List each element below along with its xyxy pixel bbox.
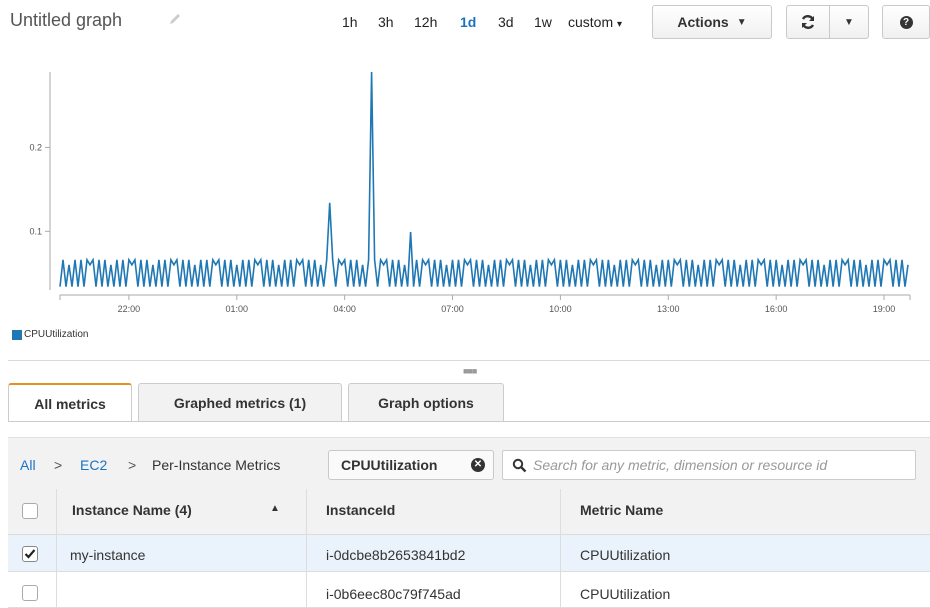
range-3h[interactable]: 3h	[378, 14, 394, 30]
caret-down-icon: ▾	[617, 19, 623, 30]
x-tick-label: 01:00	[226, 304, 249, 314]
x-tick-label: 19:00	[873, 304, 896, 314]
select-all-checkbox[interactable]	[22, 503, 38, 519]
range-1h[interactable]: 1h	[342, 14, 358, 30]
breadcrumb-ec2[interactable]: EC2	[80, 457, 107, 473]
help-icon: ?	[899, 15, 913, 29]
column-header-instance-name[interactable]: Instance Name (4)	[72, 502, 192, 518]
x-tick-label: 22:00	[118, 304, 141, 314]
cpu-utilization-chart: 0.1 0.2 22:00 01:00 04:00 07:00 10:00 13:00 16:0…	[29, 71, 911, 314]
cell-metric-name: CPUUtilization	[580, 547, 671, 563]
breadcrumb-separator-icon: >	[54, 457, 63, 473]
cell-metric-name: CPUUtilization	[580, 586, 671, 602]
range-1w[interactable]: 1w	[534, 14, 552, 30]
tab-all-metrics[interactable]: All metrics	[8, 383, 132, 422]
range-3d[interactable]: 3d	[498, 14, 514, 30]
range-custom-label: custom	[568, 14, 614, 30]
panel-splitter[interactable]	[8, 360, 930, 361]
y-tick-label: 0.1	[29, 226, 42, 236]
range-1d[interactable]: 1d	[460, 14, 476, 30]
graph-title: Untitled graph	[10, 10, 123, 30]
pencil-icon[interactable]	[168, 12, 182, 26]
table-row[interactable]	[8, 572, 930, 608]
actions-button[interactable]: Actions ▼	[652, 5, 772, 39]
breadcrumb-separator-icon: >	[128, 457, 137, 473]
refresh-options-button[interactable]: ▼	[829, 5, 869, 39]
y-tick-label: 0.2	[29, 142, 42, 152]
breadcrumb-per-instance: Per-Instance Metrics	[152, 457, 281, 473]
cell-instance-name: my-instance	[70, 547, 146, 563]
tab-graphed-metrics[interactable]: Graphed metrics (1)	[138, 383, 342, 421]
row-checkbox[interactable]	[22, 546, 38, 562]
search-input[interactable]	[533, 451, 909, 479]
column-header-instance-id[interactable]: InstanceId	[326, 502, 395, 518]
column-header-metric-name[interactable]: Metric Name	[580, 502, 663, 518]
cell-instance-id: i-0dcbe8b2653841bd2	[326, 547, 466, 563]
range-12h[interactable]: 12h	[414, 14, 437, 30]
legend-swatch	[12, 330, 22, 340]
filter-chip-label: CPUUtilization	[341, 457, 438, 473]
caret-down-icon: ▼	[736, 16, 747, 28]
column-divider	[56, 489, 57, 607]
search-icon	[512, 458, 527, 473]
column-divider	[560, 489, 561, 607]
breadcrumb-all[interactable]: All	[20, 457, 36, 473]
filter-chip: CPUUtilization ✕	[328, 450, 494, 480]
row-checkbox[interactable]	[22, 585, 38, 601]
x-tick-label: 07:00	[441, 304, 464, 314]
x-tick-label: 16:00	[765, 304, 788, 314]
close-icon[interactable]: ✕	[471, 458, 485, 472]
x-tick-label: 13:00	[657, 304, 680, 314]
help-button[interactable]: ?	[882, 5, 930, 39]
tab-divider	[8, 421, 930, 422]
tab-graph-options[interactable]: Graph options	[348, 383, 504, 421]
series-line-cpuutilization	[59, 71, 909, 287]
legend-label: CPUUtilization	[24, 329, 89, 340]
column-divider	[306, 489, 307, 607]
range-custom[interactable]: custom ▾	[568, 14, 622, 30]
caret-down-icon: ▼	[844, 16, 854, 28]
actions-label: Actions	[677, 14, 729, 30]
checkmark-icon	[24, 549, 36, 559]
refresh-icon	[801, 15, 815, 29]
refresh-button[interactable]	[786, 5, 830, 39]
x-tick-label: 04:00	[333, 304, 356, 314]
search-box[interactable]	[502, 450, 916, 480]
sort-ascending-icon[interactable]: ▲	[270, 503, 280, 514]
drag-handle-icon[interactable]: ■■■	[463, 366, 477, 376]
x-tick-label: 10:00	[549, 304, 572, 314]
table-row[interactable]	[8, 535, 930, 572]
cell-instance-id: i-0b6eec80c79f745ad	[326, 586, 461, 602]
